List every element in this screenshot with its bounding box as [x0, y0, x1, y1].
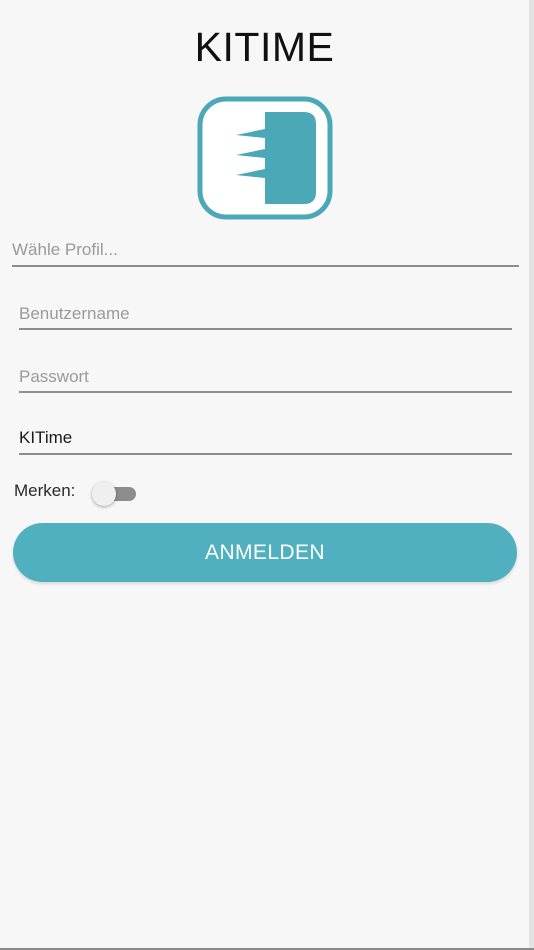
profile-select[interactable]: Wähle Profil... [12, 240, 519, 267]
screen-edge-right [529, 0, 534, 950]
profile-select-placeholder: Wähle Profil... [12, 240, 118, 259]
toggle-thumb [92, 482, 116, 506]
password-field-wrapper [19, 367, 512, 393]
username-field-wrapper [19, 304, 512, 330]
remember-label: Merken: [14, 481, 76, 500]
remember-toggle[interactable] [92, 482, 138, 506]
app-title: KITIME [194, 24, 335, 70]
login-button[interactable]: ANMELDEN [13, 523, 517, 582]
tenant-field-wrapper [19, 428, 512, 455]
tenant-field[interactable] [19, 428, 512, 448]
username-field[interactable] [19, 304, 512, 324]
password-field[interactable] [19, 367, 512, 387]
kitime-logo-icon [196, 96, 334, 220]
